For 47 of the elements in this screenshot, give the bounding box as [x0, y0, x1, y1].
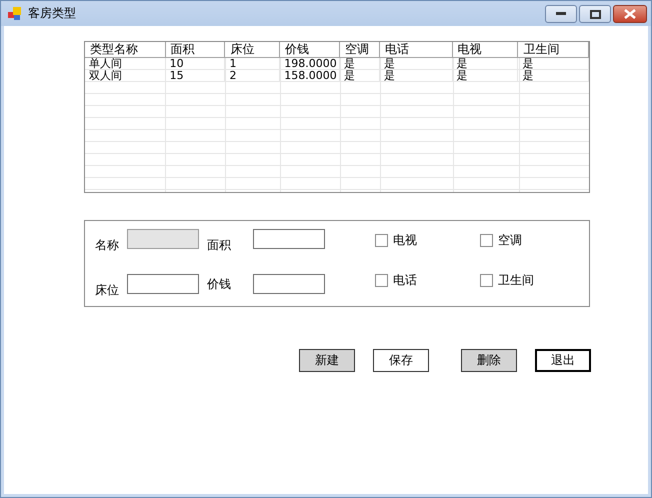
- maximize-button[interactable]: [579, 5, 611, 23]
- maximize-icon: [590, 10, 600, 18]
- column-header[interactable]: 面积: [166, 42, 226, 57]
- table-cell: 1: [225, 58, 280, 70]
- table-cell: 是: [518, 70, 589, 82]
- table-cell: 198.0000: [280, 58, 340, 70]
- table-cell: 2: [225, 70, 280, 82]
- table-cell: 是: [452, 58, 518, 70]
- table-cell: 是: [518, 58, 589, 70]
- window-title: 客房类型: [28, 5, 76, 22]
- column-header[interactable]: 卫生间: [518, 42, 589, 57]
- column-header[interactable]: 电视: [452, 42, 518, 57]
- table-cell: 单人间: [85, 58, 166, 70]
- table-cell: 是: [340, 70, 380, 82]
- checkbox[interactable]: 电话: [375, 272, 480, 288]
- table-cell: 15: [166, 70, 226, 82]
- form-button[interactable]: 新建: [299, 349, 355, 372]
- checkbox[interactable]: 空调: [480, 232, 590, 248]
- minimize-icon: [556, 12, 566, 16]
- input-field[interactable]: [127, 274, 199, 294]
- field-label: 价钱: [207, 276, 232, 292]
- table-cell: 是: [340, 58, 380, 70]
- table-cell: 是: [380, 70, 453, 82]
- form-button[interactable]: 退出: [535, 349, 591, 372]
- column-header[interactable]: 价钱: [280, 42, 340, 57]
- column-header[interactable]: 空调: [340, 42, 380, 57]
- column-header[interactable]: 床位: [225, 42, 280, 57]
- table-cell: 是: [380, 58, 453, 70]
- form-button[interactable]: 保存: [373, 349, 429, 372]
- table-cell: 10: [166, 58, 226, 70]
- form-button[interactable]: 删除: [461, 349, 517, 372]
- column-header[interactable]: 电话: [380, 42, 453, 57]
- table-cell: 是: [452, 70, 518, 82]
- column-header[interactable]: 类型名称: [85, 42, 166, 57]
- field-label: 床位: [95, 282, 120, 298]
- table-cell: 158.0000: [280, 70, 340, 82]
- checkbox[interactable]: 卫生间: [480, 272, 590, 288]
- input-field[interactable]: [253, 229, 325, 249]
- checkbox[interactable]: 电视: [375, 232, 480, 248]
- close-icon: [624, 9, 636, 19]
- field-label: 名称: [95, 237, 120, 254]
- app-icon: [8, 6, 22, 20]
- close-button[interactable]: [613, 5, 647, 23]
- input-field[interactable]: [253, 274, 325, 294]
- minimize-button[interactable]: [545, 5, 577, 23]
- field-label: 面积: [207, 237, 232, 254]
- table-cell: 双人间: [85, 70, 166, 82]
